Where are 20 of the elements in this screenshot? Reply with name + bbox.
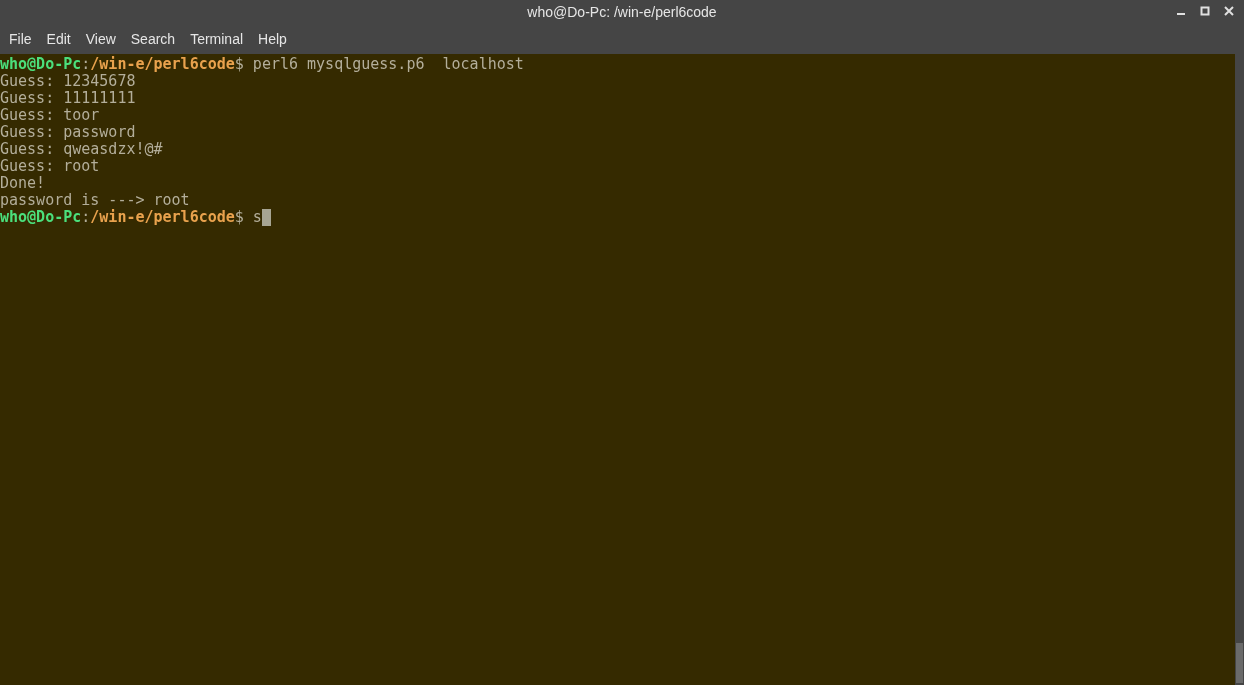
output-line: Done! <box>0 175 46 192</box>
menu-item[interactable]: View <box>79 29 122 50</box>
output-line: Guess: qweasdzx!@# <box>0 141 163 158</box>
close-icon[interactable] <box>1224 6 1234 16</box>
menu-item[interactable]: File <box>3 29 38 50</box>
prompt-line: who@Do-Pc:/win-e/perl6code$ perl6 mysqlguess.p6 localhost <box>0 56 524 73</box>
scrollbar-thumb[interactable] <box>1236 643 1243 683</box>
menu-item[interactable]: Terminal <box>184 29 250 50</box>
output-line: Guess: root <box>0 158 100 175</box>
output-line: Guess: 12345678 <box>0 73 136 90</box>
prompt-line: who@Do-Pc:/win-e/perl6code$ s <box>0 209 262 226</box>
output-line: Guess: toor <box>0 107 100 124</box>
maximize-icon[interactable] <box>1200 6 1210 16</box>
menu-item[interactable]: Edit <box>40 29 77 50</box>
menu-item[interactable]: Search <box>124 29 182 50</box>
output-line: Guess: 11111111 <box>0 90 136 107</box>
output-line: Guess: password <box>0 124 136 141</box>
window-title: who@Do-Pc: /win-e/perl6code <box>527 3 717 22</box>
output-line: password is ---> root <box>0 192 190 209</box>
menu-item[interactable]: Help <box>252 29 293 50</box>
